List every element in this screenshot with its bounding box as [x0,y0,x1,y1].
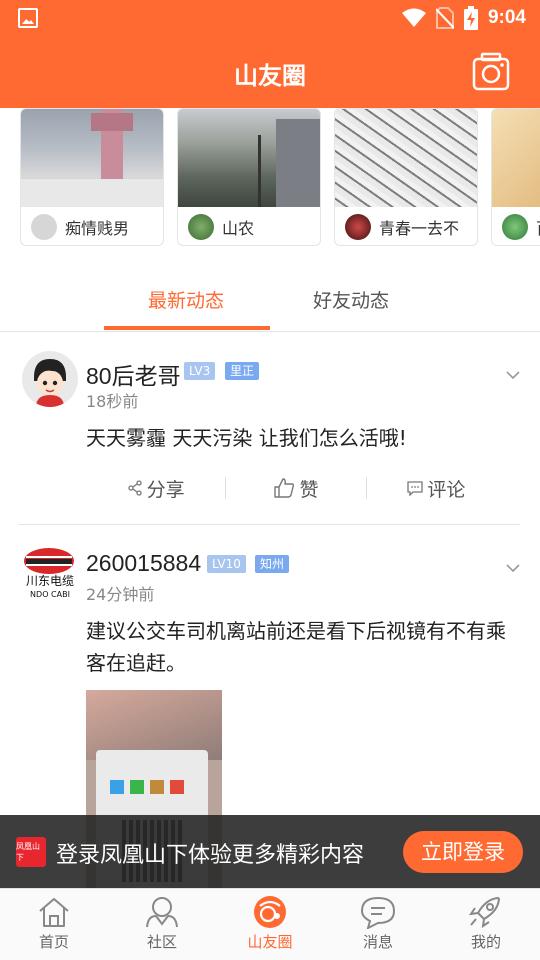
page-title: 山友圈 [234,62,306,90]
location-badge: 知州 [255,555,290,573]
bottom-nav: 首页 社区 山友圈 消息 我的 [0,888,540,960]
login-banner: 凤凰山下 登录凤凰山下体验更多精彩内容 立即登录 [0,815,540,888]
carousel-username: 山农 [222,219,255,238]
nav-home[interactable]: 首页 [0,895,108,952]
tab-friends[interactable]: 好友动态 [313,286,389,313]
carousel-card[interactable]: 痴情贱男 [20,108,164,246]
battery-charging-icon [463,6,478,30]
carousel-image [335,109,477,207]
avatar[interactable]: 川东电缆 NDO CABI [22,545,78,601]
app-logo: 凤凰山下 [16,837,46,867]
featured-carousel: 痴情贱男 山农 青春一去不 百 [0,108,540,248]
level-badge: LV10 [207,555,246,573]
post-divider [18,524,520,525]
nav-circle[interactable]: 山友圈 [216,895,324,952]
thumbs-up-icon [274,478,295,498]
gallery-notification-icon [18,8,38,28]
nav-me[interactable]: 我的 [432,895,540,952]
nav-label: 山友圈 [247,933,293,951]
logo-subtext: NDO CABI [30,590,70,599]
location-badge: 里正 [225,362,260,380]
message-icon [360,896,396,929]
nav-label: 首页 [38,933,69,951]
login-button[interactable]: 立即登录 [403,831,523,873]
avatar[interactable] [22,351,78,407]
nav-community[interactable]: 社区 [108,895,216,952]
no-sim-icon [435,7,454,29]
camera-icon [472,52,510,91]
status-bar: 9:04 [0,0,540,36]
level-badge: LV3 [184,362,216,380]
camera-button[interactable] [472,52,510,92]
carousel-card[interactable]: 山农 [177,108,321,246]
like-label: 赞 [299,478,319,501]
status-time: 9:04 [487,7,526,28]
carousel-image [492,109,540,207]
tab-indicator [104,326,270,330]
tab-latest[interactable]: 最新动态 [148,286,224,313]
carousel-image [178,109,320,207]
community-icon [146,897,178,928]
post-username[interactable]: 80后老哥 [86,357,181,391]
home-icon [39,898,69,927]
carousel-image [21,109,163,207]
carousel-username: 百 [536,215,540,239]
avatar [345,214,371,240]
chevron-down-icon[interactable] [506,563,520,573]
post-actions: 分享 赞 评论 [86,473,506,503]
avatar [188,214,214,240]
post-text: 建议公交车司机离站前还是看下后视镜有不有乘客在追赶。 [86,619,506,675]
chevron-down-icon[interactable] [506,370,520,380]
rocket-icon [468,897,500,929]
nav-label: 社区 [146,933,177,951]
feed-tabs: 最新动态 好友动态 [0,272,540,332]
avatar [502,214,528,240]
share-label: 分享 [146,478,185,501]
share-button[interactable]: 分享 [86,473,225,503]
post-username[interactable]: 260015884 [86,550,201,577]
post-text: 天天雾霾 天天污染 让我们怎么活哦! [86,426,407,450]
nav-label: 我的 [470,933,501,951]
avatar [31,214,57,240]
post-time: 18秒前 [86,392,139,411]
app-header: 山友圈 [0,36,540,108]
nav-messages[interactable]: 消息 [324,895,432,952]
share-icon [128,480,142,496]
post-time: 24分钟前 [86,585,155,604]
carousel-card[interactable]: 百 [491,108,540,246]
carousel-username: 青春一去不 [379,219,460,238]
circle-icon [254,896,286,928]
comment-label: 评论 [427,478,466,501]
like-button[interactable]: 赞 [226,473,365,503]
logo-text: 川东电缆 [26,574,74,588]
comment-icon [407,481,423,496]
carousel-card[interactable]: 青春一去不 [334,108,478,246]
banner-text: 登录凤凰山下体验更多精彩内容 [56,843,365,868]
comment-button[interactable]: 评论 [367,473,506,503]
nav-label: 消息 [362,933,393,951]
wifi-icon [401,8,426,27]
carousel-username: 痴情贱男 [65,219,130,238]
